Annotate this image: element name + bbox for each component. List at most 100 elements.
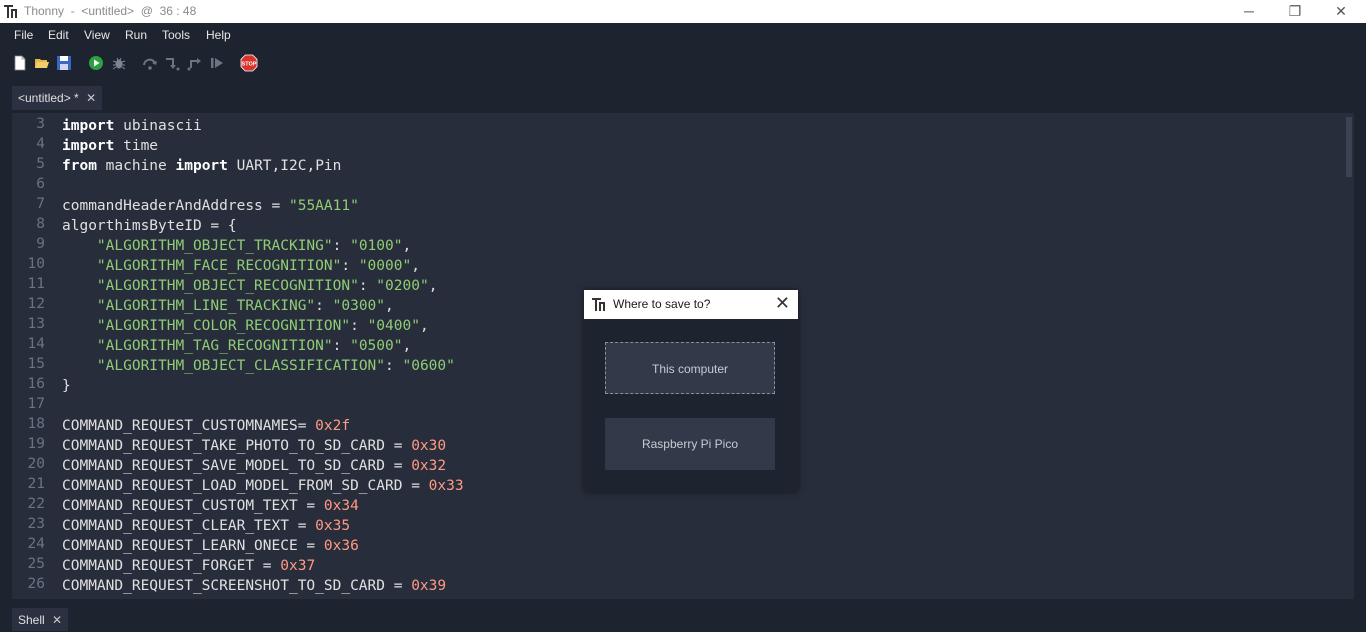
line-number: 20	[27, 456, 45, 472]
line-number: 8	[36, 216, 45, 232]
debug-icon[interactable]	[111, 55, 127, 71]
dialog-title: Where to save to?	[613, 297, 711, 311]
raspberry-pi-pico-button[interactable]: Raspberry Pi Pico	[605, 418, 775, 470]
code-line: import ubinascii	[62, 116, 464, 136]
menu-view[interactable]: View	[84, 28, 110, 42]
line-number: 18	[27, 416, 45, 432]
code-token: COMMAND_REQUEST_TAKE_PHOTO_TO_SD_CARD =	[62, 438, 412, 454]
code-line: "ALGORITHM_TAG_RECOGNITION": "0500",	[62, 336, 464, 356]
step-into-icon[interactable]	[164, 55, 180, 71]
code-line: "ALGORITHM_COLOR_RECOGNITION": "0400",	[62, 316, 464, 336]
stop-icon-label: STOP	[242, 61, 257, 67]
window-title: Thonny - <untitled> @ 36 : 48	[24, 4, 197, 18]
thonny-logo-icon	[4, 5, 17, 18]
line-number: 19	[27, 436, 45, 452]
code-token: ,	[411, 258, 420, 274]
code-keyword: import	[62, 118, 115, 134]
code-string: "55AA11"	[288, 198, 359, 214]
code-string: "0200"	[376, 278, 429, 294]
code-string: "ALGORITHM_OBJECT_CLASSIFICATION"	[96, 358, 386, 374]
code-line: from machine import UART,I2C,Pin	[62, 156, 464, 176]
line-number: 15	[27, 356, 45, 372]
tab-close-icon[interactable]: ✕	[86, 91, 96, 105]
code-token: algorthimsByteID = {	[62, 218, 237, 234]
line-number: 10	[27, 256, 45, 272]
code-string: "0300"	[332, 298, 386, 314]
code-token: time	[114, 138, 159, 154]
code-token: :	[358, 278, 377, 294]
stop-icon[interactable]: STOP	[240, 54, 258, 72]
line-number: 11	[27, 276, 45, 292]
code-line: ​	[62, 396, 464, 416]
code-line: "ALGORITHM_LINE_TRACKING": "0300",	[62, 296, 464, 316]
code-keyword: from	[62, 158, 97, 174]
restore-icon[interactable]: ❐	[1272, 0, 1318, 23]
code-string: "0100"	[350, 238, 403, 254]
resume-icon[interactable]	[209, 55, 225, 71]
menu-run[interactable]: Run	[125, 28, 147, 42]
code-token: :	[350, 318, 368, 334]
code-number: 0x37	[280, 558, 316, 574]
menu-edit[interactable]: Edit	[48, 28, 69, 42]
code-string: "ALGORITHM_OBJECT_TRACKING"	[96, 238, 333, 254]
code-token: COMMAND_REQUEST_CUSTOMNAMES=	[62, 418, 316, 434]
code-number: 0x34	[323, 498, 359, 514]
menu-file[interactable]: File	[14, 28, 33, 42]
line-number: 23	[27, 516, 45, 532]
new-file-icon[interactable]	[12, 55, 28, 71]
code-keyword: import	[175, 158, 228, 174]
line-number: 16	[27, 376, 45, 392]
minimize-icon[interactable]: ─	[1226, 0, 1272, 23]
vertical-scrollbar[interactable]	[1346, 117, 1352, 177]
save-icon[interactable]	[56, 55, 72, 71]
code-line: COMMAND_REQUEST_FORGET = 0x37	[62, 556, 464, 576]
close-window-icon[interactable]: ✕	[1318, 0, 1364, 23]
code-token: :	[332, 238, 351, 254]
shell-close-icon[interactable]: ✕	[52, 613, 62, 627]
code-line: COMMAND_REQUEST_CLEAR_TEXT = 0x35	[62, 516, 464, 536]
code-line: ​	[62, 176, 464, 196]
code-token: }	[62, 378, 71, 394]
menu-tools[interactable]: Tools	[162, 28, 190, 42]
line-number: 14	[27, 336, 45, 352]
code-token: :	[332, 338, 351, 354]
line-number: 4	[36, 136, 45, 152]
tab-untitled[interactable]: <untitled> * ✕	[12, 86, 103, 110]
line-number: 3	[36, 116, 45, 132]
code-string: "ALGORITHM_OBJECT_RECOGNITION"	[96, 278, 359, 294]
code-token: :	[385, 358, 403, 374]
menu-help[interactable]: Help	[206, 28, 231, 42]
code-line: COMMAND_REQUEST_LOAD_MODEL_FROM_SD_CARD …	[62, 476, 464, 496]
code-area[interactable]: import ubinascii import time from machine …	[62, 116, 464, 596]
dialog-title-bar: Where to save to? ✕	[584, 290, 798, 319]
open-folder-icon[interactable]	[34, 55, 50, 71]
code-string: "ALGORITHM_COLOR_RECOGNITION"	[96, 318, 351, 334]
this-computer-button[interactable]: This computer	[605, 342, 775, 394]
code-number: 0x36	[323, 538, 359, 554]
step-out-icon[interactable]	[187, 55, 203, 71]
line-number: 26	[27, 576, 45, 592]
code-number: 0x32	[411, 458, 447, 474]
code-line: COMMAND_REQUEST_SAVE_MODEL_TO_SD_CARD = …	[62, 456, 464, 476]
line-number: 6	[36, 176, 45, 192]
window-title-bar: Thonny - <untitled> @ 36 : 48 ─ ❐ ✕	[0, 0, 1366, 23]
line-number: 13	[27, 316, 45, 332]
dialog-close-icon[interactable]: ✕	[775, 293, 790, 314]
code-token: machine	[96, 158, 176, 174]
code-number: 0x33	[428, 478, 464, 494]
step-over-icon[interactable]	[142, 55, 158, 71]
run-icon[interactable]	[88, 55, 104, 71]
line-number: 21	[27, 476, 45, 492]
code-line: COMMAND_REQUEST_SCREENSHOT_TO_SD_CARD = …	[62, 576, 464, 596]
code-string: "0400"	[367, 318, 420, 334]
tab-shell[interactable]: Shell ✕	[12, 608, 69, 631]
code-line: "ALGORITHM_FACE_RECOGNITION": "0000",	[62, 256, 464, 276]
code-number: 0x2f	[315, 418, 351, 434]
tab-untitled-label: <untitled> *	[18, 91, 79, 105]
code-string: "ALGORITHM_FACE_RECOGNITION"	[96, 258, 342, 274]
